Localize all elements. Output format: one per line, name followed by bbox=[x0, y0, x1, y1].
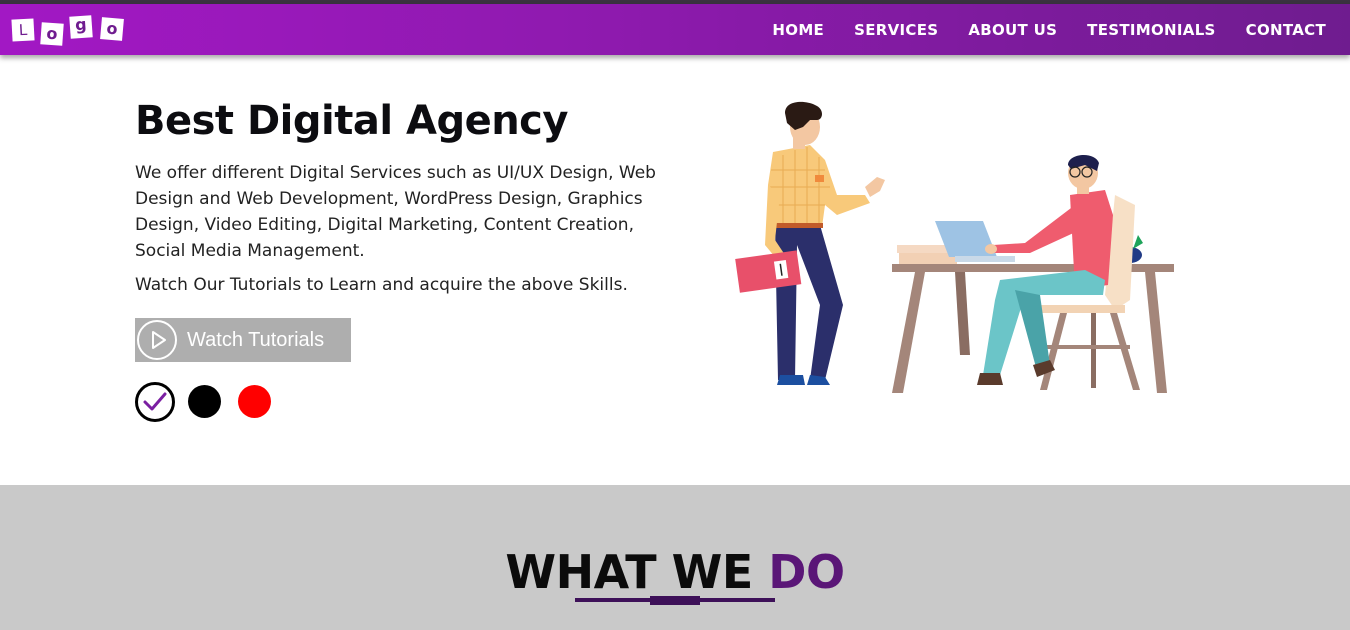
logo-tile-o2: o bbox=[100, 17, 124, 41]
logo-tile-o1: o bbox=[40, 22, 64, 46]
what-we-do-section: WHAT WE DO bbox=[0, 485, 1350, 630]
theme-swatch-red[interactable] bbox=[238, 385, 271, 418]
page: L o g o HOME SERVICES ABOUT US TESTIMONI… bbox=[0, 0, 1350, 630]
check-icon bbox=[143, 392, 167, 411]
hero-title: Best Digital Agency bbox=[135, 98, 568, 144]
section-title-accent: DO bbox=[768, 545, 845, 599]
hero-description: We offer different Digital Services such… bbox=[135, 163, 656, 261]
watch-tutorials-button[interactable]: Watch Tutorials bbox=[135, 318, 351, 362]
nav-link-contact[interactable]: CONTACT bbox=[1246, 21, 1326, 39]
section-title: WHAT WE DO bbox=[0, 545, 1350, 599]
standing-man-figure bbox=[735, 101, 885, 385]
nav-link-home[interactable]: HOME bbox=[772, 21, 824, 39]
theme-swatch-purple[interactable] bbox=[135, 382, 175, 422]
theme-swatch-black[interactable] bbox=[188, 385, 221, 418]
play-icon bbox=[137, 320, 177, 360]
nav-link-about-us[interactable]: ABOUT US bbox=[968, 21, 1057, 39]
watch-tutorials-label: Watch Tutorials bbox=[187, 329, 325, 351]
logo-tile-g: g bbox=[69, 15, 93, 39]
section-title-main: WHAT WE bbox=[505, 545, 769, 599]
nav-links: HOME SERVICES ABOUT US TESTIMONIALS CONT… bbox=[742, 4, 1326, 55]
logo-tile-l: L bbox=[11, 18, 35, 42]
nav-link-testimonials[interactable]: TESTIMONIALS bbox=[1087, 21, 1215, 39]
navbar: L o g o HOME SERVICES ABOUT US TESTIMONI… bbox=[0, 4, 1350, 55]
hero-subtext: Watch Our Tutorials to Learn and acquire… bbox=[135, 275, 628, 295]
nav-link-services[interactable]: SERVICES bbox=[854, 21, 938, 39]
section-title-underline-accent bbox=[650, 596, 700, 605]
hero-illustration bbox=[735, 101, 1174, 393]
